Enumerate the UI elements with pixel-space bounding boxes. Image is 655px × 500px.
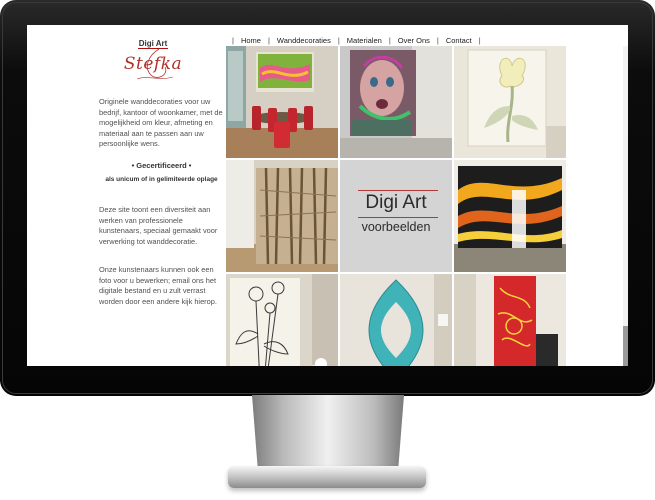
tile-digi-art-voorbeelden[interactable]: Digi Art voorbeelden bbox=[340, 160, 452, 272]
nav-separator: | bbox=[436, 35, 439, 45]
nav-separator: | bbox=[478, 35, 481, 45]
title-rule-top bbox=[358, 190, 438, 191]
tile-turquoise-shape[interactable] bbox=[340, 274, 452, 366]
red-panel-image bbox=[454, 274, 566, 366]
website-screen: Digi Art Stefka Originele wanddecoraties… bbox=[27, 25, 628, 366]
nav-home[interactable]: Home bbox=[241, 36, 261, 45]
tile-red-yellow-panel[interactable] bbox=[454, 274, 566, 366]
turquoise-shape-image bbox=[340, 274, 452, 366]
main-nav: | Home | Wanddecoraties | Materialen | O… bbox=[225, 33, 625, 47]
nav-wanddecoraties[interactable]: Wanddecoraties bbox=[277, 36, 331, 45]
tile-dining-room-art[interactable] bbox=[226, 46, 338, 158]
center-tile-subtitle: voorbeelden bbox=[361, 220, 431, 234]
site-logo[interactable]: Digi Art Stefka bbox=[123, 33, 183, 91]
nav-contact[interactable]: Contact bbox=[446, 36, 472, 45]
nav-separator: | bbox=[267, 35, 270, 45]
abstract-stripes-image bbox=[454, 160, 566, 272]
flower-relief-image bbox=[454, 46, 566, 158]
nav-materialen[interactable]: Materialen bbox=[347, 36, 382, 45]
left-column: Digi Art Stefka Originele wanddecoraties… bbox=[27, 25, 227, 366]
dining-room-image bbox=[226, 46, 338, 158]
monitor-stand-base bbox=[228, 466, 426, 488]
intro-text: Originele wanddecoraties voor uw bedrijf… bbox=[99, 97, 223, 149]
photo-edit-text: Onze kunstenaars kunnen ook een foto voo… bbox=[99, 265, 217, 306]
nav-over-ons[interactable]: Over Ons bbox=[398, 36, 430, 45]
scrollbar-thumb[interactable] bbox=[623, 326, 628, 366]
certified-heading: • Gecertificeerd • bbox=[131, 161, 192, 170]
monitor-stand-neck bbox=[252, 395, 404, 473]
page-scrollbar[interactable] bbox=[623, 46, 628, 366]
gallery-grid: Digi Art voorbeelden bbox=[226, 46, 568, 366]
tile-flower-sketch[interactable] bbox=[226, 274, 338, 366]
tile-abstract-stripes[interactable] bbox=[454, 160, 566, 272]
tile-flower-relief[interactable] bbox=[454, 46, 566, 158]
forest-mural-image bbox=[226, 160, 338, 272]
title-rule-bottom bbox=[358, 217, 438, 218]
certified-subtext: als unicum of in gelimiteerde oplage bbox=[105, 176, 218, 183]
diversity-text: Deze site toont een diversiteit aan werk… bbox=[99, 205, 218, 246]
logo-script-text: Stefka bbox=[123, 54, 183, 74]
nav-separator: | bbox=[337, 35, 340, 45]
tile-face-art[interactable] bbox=[340, 46, 452, 158]
flower-sketch-image bbox=[226, 274, 338, 366]
tile-forest-mural[interactable] bbox=[226, 160, 338, 272]
nav-separator: | bbox=[232, 35, 234, 45]
center-tile-title: Digi Art bbox=[365, 192, 427, 213]
monitor-frame: Digi Art Stefka Originele wanddecoraties… bbox=[0, 0, 655, 396]
face-art-image bbox=[340, 46, 452, 158]
nav-separator: | bbox=[388, 35, 391, 45]
